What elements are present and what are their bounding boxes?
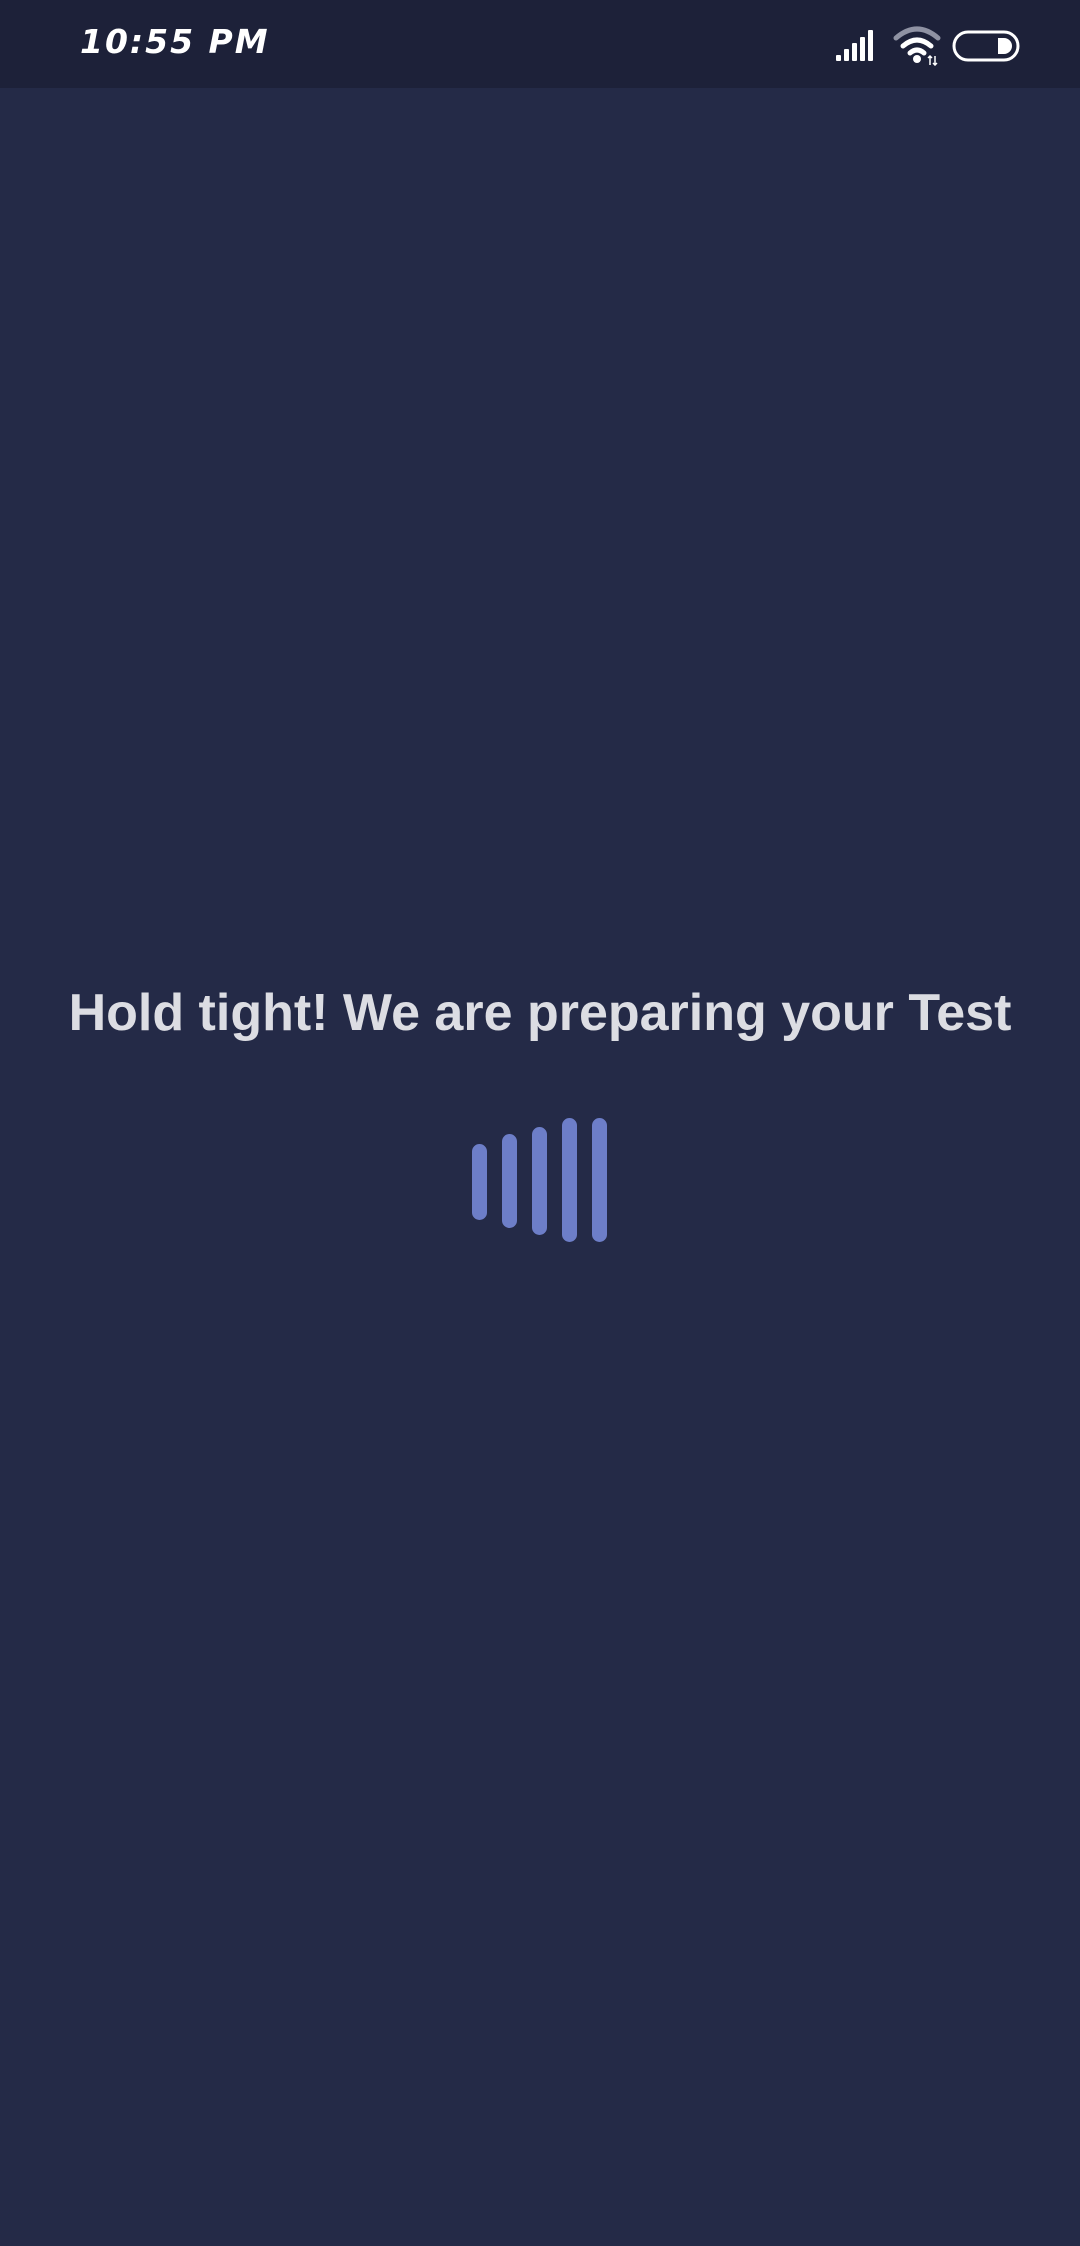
loading-bar bbox=[592, 1118, 607, 1242]
status-bar: 10:55 PM bbox=[0, 0, 1080, 88]
loading-bar bbox=[472, 1144, 487, 1220]
loading-bar bbox=[532, 1127, 547, 1235]
loading-message: Hold tight! We are preparing your Test bbox=[68, 984, 1012, 1042]
loading-bar bbox=[502, 1134, 517, 1228]
signal-icon bbox=[836, 30, 873, 61]
loading-bar bbox=[562, 1118, 577, 1242]
status-time: 10:55 PM bbox=[80, 22, 270, 61]
battery-icon bbox=[952, 30, 1020, 62]
wifi-icon bbox=[893, 26, 941, 66]
loading-bars-icon bbox=[470, 1116, 610, 1246]
